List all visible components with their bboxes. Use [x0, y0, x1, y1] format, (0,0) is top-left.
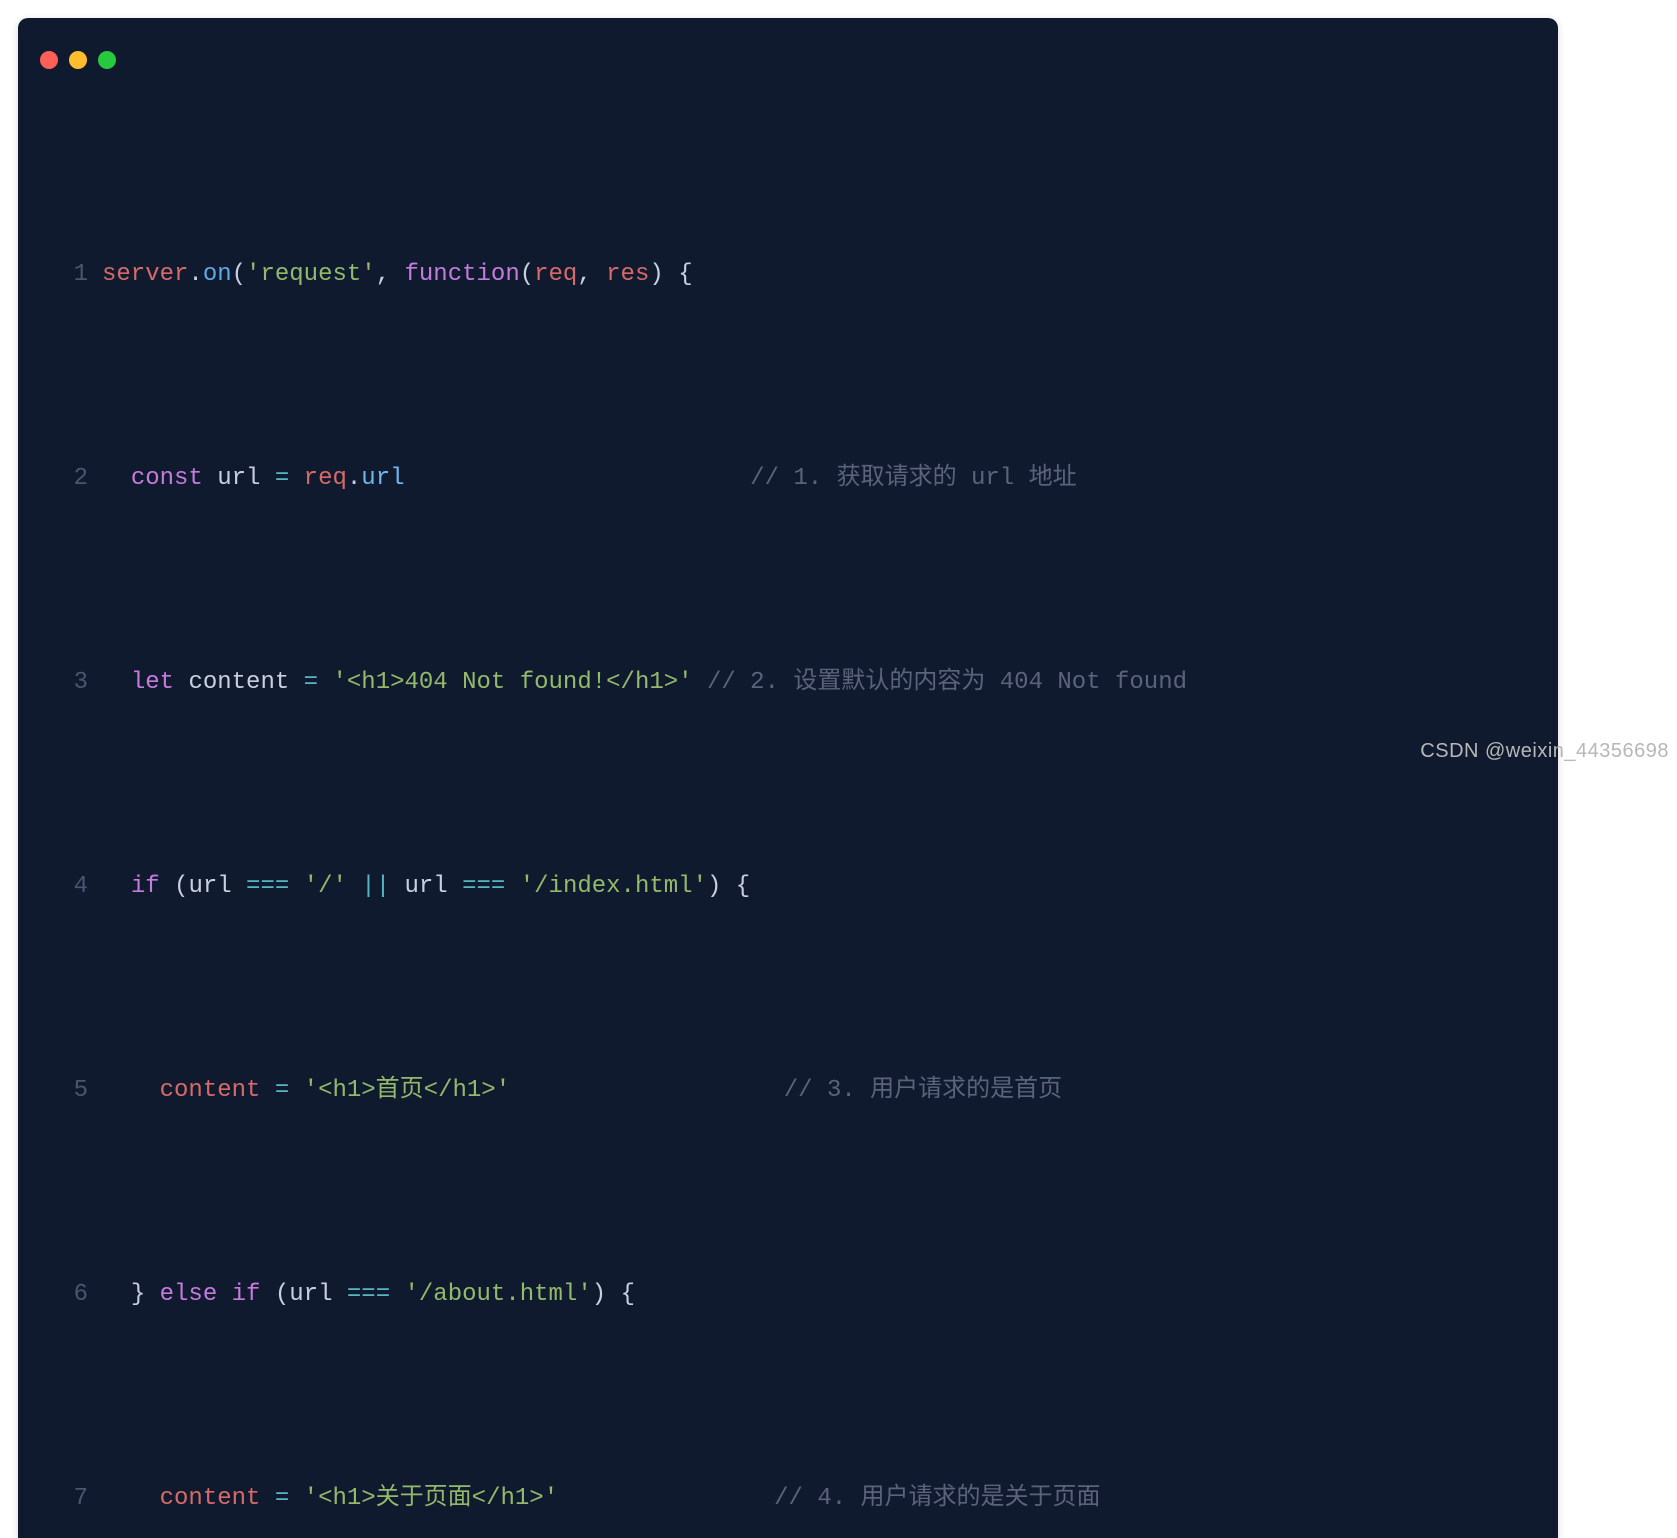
line-number: 1	[18, 249, 102, 300]
close-icon[interactable]	[40, 51, 58, 69]
code-line: 7 content = '<h1>关于页面</h1>' // 4. 用户请求的是…	[18, 1473, 1558, 1524]
code-line: 6 } else if (url === '/about.html') {	[18, 1269, 1558, 1320]
code-line: 5 content = '<h1>首页</h1>' // 3. 用户请求的是首页	[18, 1065, 1558, 1116]
maximize-icon[interactable]	[98, 51, 116, 69]
code-block: 1 server.on('request', function(req, res…	[18, 82, 1558, 1538]
code-text: let content = '<h1>404 Not found!</h1>' …	[102, 657, 1558, 708]
line-number: 3	[18, 657, 102, 708]
line-number: 5	[18, 1065, 102, 1116]
code-line: 3 let content = '<h1>404 Not found!</h1>…	[18, 657, 1558, 708]
code-line: 4 if (url === '/' || url === '/index.htm…	[18, 861, 1558, 912]
code-line: 2 const url = req.url // 1. 获取请求的 url 地址	[18, 453, 1558, 504]
code-text: if (url === '/' || url === '/index.html'…	[102, 861, 1558, 912]
code-text: server.on('request', function(req, res) …	[102, 249, 1558, 300]
line-number: 4	[18, 861, 102, 912]
line-number: 7	[18, 1473, 102, 1524]
code-text: content = '<h1>关于页面</h1>' // 4. 用户请求的是关于…	[102, 1473, 1558, 1524]
code-line: 1 server.on('request', function(req, res…	[18, 249, 1558, 300]
line-number: 6	[18, 1269, 102, 1320]
code-text: const url = req.url // 1. 获取请求的 url 地址	[102, 453, 1558, 504]
code-window: 1 server.on('request', function(req, res…	[18, 18, 1558, 1538]
window-titlebar	[18, 18, 1558, 82]
line-number: 2	[18, 453, 102, 504]
minimize-icon[interactable]	[69, 51, 87, 69]
code-text: } else if (url === '/about.html') {	[102, 1269, 1558, 1320]
watermark-text: CSDN @weixin_44356698	[1420, 740, 1669, 763]
code-text: content = '<h1>首页</h1>' // 3. 用户请求的是首页	[102, 1065, 1558, 1116]
